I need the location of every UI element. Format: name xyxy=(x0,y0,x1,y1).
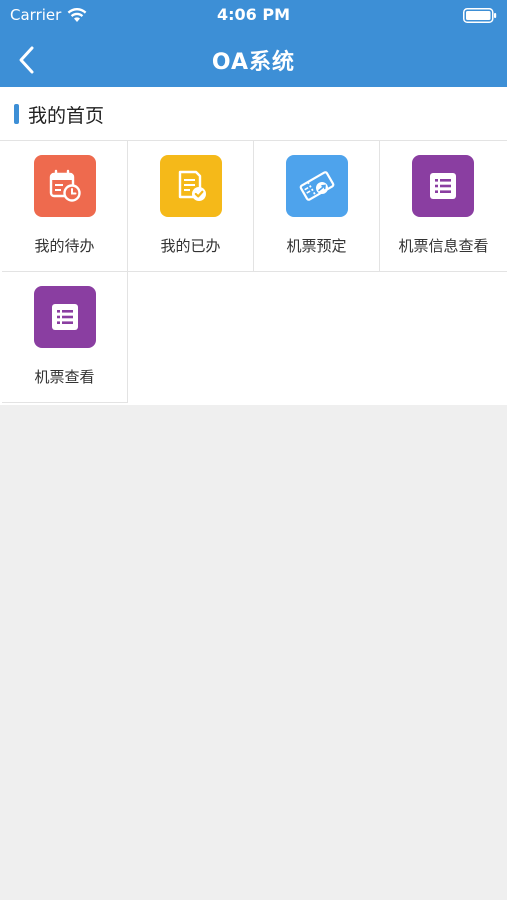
navigation-bar: OA系统 xyxy=(0,32,507,87)
tile-ticket-view[interactable]: 机票查看 xyxy=(2,272,128,403)
document-check-icon xyxy=(160,155,222,217)
list-icon xyxy=(412,155,474,217)
calendar-clock-icon xyxy=(34,155,96,217)
status-time: 4:06 PM xyxy=(216,5,290,24)
tile-label: 我的待办 xyxy=(34,237,95,255)
tile-label: 机票查看 xyxy=(34,368,95,386)
tile-ticket-booking[interactable]: 机票预定 xyxy=(254,141,380,272)
app-screen: Carrier 4:06 PM OA系统 我的首页 我的待办 我的已办 机票预定… xyxy=(0,0,507,900)
top-bar: Carrier 4:06 PM OA系统 xyxy=(0,0,507,87)
section-title: 我的首页 xyxy=(28,105,105,127)
status-bar: Carrier 4:06 PM xyxy=(0,0,507,32)
tile-ticket-info[interactable]: 机票信息查看 xyxy=(380,141,507,272)
list-icon xyxy=(34,286,96,348)
section-header: 我的首页 xyxy=(0,87,507,141)
tile-label: 我的已办 xyxy=(160,237,221,255)
tile-label: 机票信息查看 xyxy=(398,237,489,255)
tile-label: 机票预定 xyxy=(286,237,347,255)
page-title: OA系统 xyxy=(211,50,296,75)
ticket-plane-icon xyxy=(286,155,348,217)
function-grid: 我的待办 我的已办 机票预定 机票信息查看 机票查看 xyxy=(0,141,507,405)
tile-my-todo[interactable]: 我的待办 xyxy=(2,141,128,272)
battery-icon xyxy=(463,8,497,23)
tile-my-done[interactable]: 我的已办 xyxy=(128,141,254,272)
section-marker xyxy=(14,104,19,124)
